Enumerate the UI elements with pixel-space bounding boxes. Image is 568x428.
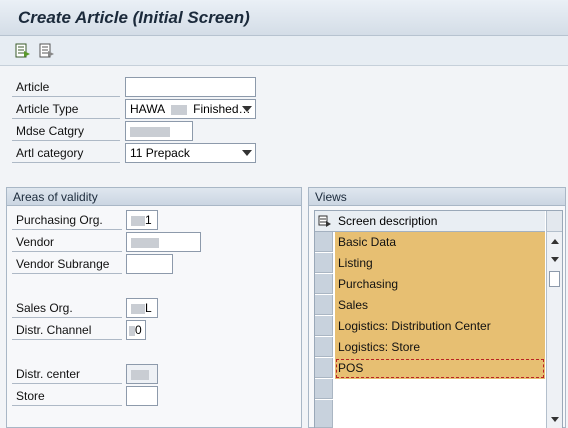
- list-item[interactable]: Purchasing: [335, 274, 545, 295]
- list-item[interactable]: POS: [335, 358, 545, 379]
- artl-category-dropdown[interactable]: 11 Prepack: [125, 143, 256, 163]
- org-levels-icon: [39, 43, 54, 58]
- redacted-block: [131, 215, 145, 226]
- mdse-catgry-label: Mdse Catgry: [12, 121, 120, 141]
- scroll-down-button[interactable]: [547, 411, 562, 427]
- row-selector[interactable]: [315, 400, 333, 428]
- scrollbar-header-cell: [547, 211, 562, 232]
- vendor-input[interactable]: [126, 232, 201, 252]
- select-views-icon: [15, 43, 30, 58]
- chevron-down-icon: [550, 416, 559, 422]
- distr-center-label: Distr. center: [12, 364, 122, 384]
- distr-channel-suffix: 0: [135, 323, 142, 337]
- redacted-block: [131, 369, 149, 380]
- redacted-block: [170, 104, 187, 115]
- article-type-dropdown[interactable]: HAWA Finished…: [125, 99, 256, 119]
- vendor-subrange-label: Vendor Subrange: [12, 254, 122, 274]
- sales-org-suffix: L: [145, 301, 152, 315]
- purchasing-org-input[interactable]: 1: [126, 210, 158, 230]
- purchasing-org-label: Purchasing Org.: [12, 210, 122, 230]
- row-selector[interactable]: [315, 316, 333, 336]
- vertical-scrollbar[interactable]: [546, 211, 562, 428]
- views-group: Views Screen description Basic Data List…: [308, 187, 566, 428]
- vendor-label: Vendor: [12, 232, 122, 252]
- row-selector[interactable]: [315, 337, 333, 357]
- article-type-code: HAWA: [130, 102, 165, 116]
- sales-org-input[interactable]: L: [126, 298, 158, 318]
- row-selector[interactable]: [315, 232, 333, 252]
- column-header-screen-description[interactable]: Screen description: [335, 211, 437, 232]
- list-item[interactable]: Basic Data: [335, 232, 545, 253]
- window-title: Create Article (Initial Screen): [18, 8, 250, 27]
- views-table: Screen description Basic Data Listing Pu…: [314, 210, 563, 428]
- artl-category-label: Artl category: [12, 143, 120, 163]
- distr-channel-label: Distr. Channel: [12, 320, 122, 340]
- redacted-block: [131, 237, 159, 248]
- list-item[interactable]: Listing: [335, 253, 545, 274]
- areas-of-validity-group: Areas of validity Purchasing Org. 1 Vend…: [6, 187, 302, 428]
- scrollbar-thumb[interactable]: [549, 271, 560, 287]
- areas-of-validity-title: Areas of validity: [7, 188, 301, 206]
- article-input[interactable]: [125, 77, 256, 97]
- views-title: Views: [309, 188, 565, 206]
- row-selector[interactable]: [315, 358, 333, 378]
- sales-org-label: Sales Org.: [12, 298, 122, 318]
- list-item[interactable]: Logistics: Distribution Center: [335, 316, 545, 337]
- list-item[interactable]: Sales: [335, 295, 545, 316]
- redacted-block: [131, 303, 145, 314]
- artl-category-value: 11 Prepack: [130, 146, 190, 160]
- redacted-block: [130, 126, 170, 137]
- table-settings-icon: [318, 215, 331, 227]
- column-settings-button[interactable]: [318, 214, 332, 228]
- org-levels-button[interactable]: [38, 42, 56, 60]
- application-toolbar: [0, 36, 568, 66]
- table-header: Screen description: [315, 211, 545, 232]
- row-selector[interactable]: [315, 295, 333, 315]
- chevron-down-icon: [242, 106, 252, 112]
- row-selector[interactable]: [315, 379, 333, 399]
- main-area: Article Article Type HAWA Finished… Mdse…: [0, 66, 568, 428]
- select-views-button[interactable]: [14, 42, 32, 60]
- page-down-button[interactable]: [547, 251, 562, 267]
- store-label: Store: [12, 386, 122, 406]
- row-selector[interactable]: [315, 274, 333, 294]
- title-bar: Create Article (Initial Screen): [0, 0, 568, 36]
- list-item[interactable]: Logistics: Store: [335, 337, 545, 358]
- mdse-catgry-input[interactable]: [125, 121, 193, 141]
- chevron-down-icon: [242, 150, 252, 156]
- chevron-up-icon: [550, 238, 559, 244]
- article-label: Article: [12, 77, 120, 97]
- store-input[interactable]: [126, 386, 158, 406]
- distr-center-input[interactable]: [126, 364, 158, 384]
- scroll-up-button[interactable]: [547, 233, 562, 249]
- vendor-subrange-input[interactable]: [126, 254, 173, 274]
- purchasing-org-suffix: 1: [145, 213, 152, 227]
- chevron-down-icon: [550, 256, 559, 262]
- distr-channel-input[interactable]: 0: [126, 320, 146, 340]
- row-selector[interactable]: [315, 253, 333, 273]
- article-type-label: Article Type: [12, 99, 120, 119]
